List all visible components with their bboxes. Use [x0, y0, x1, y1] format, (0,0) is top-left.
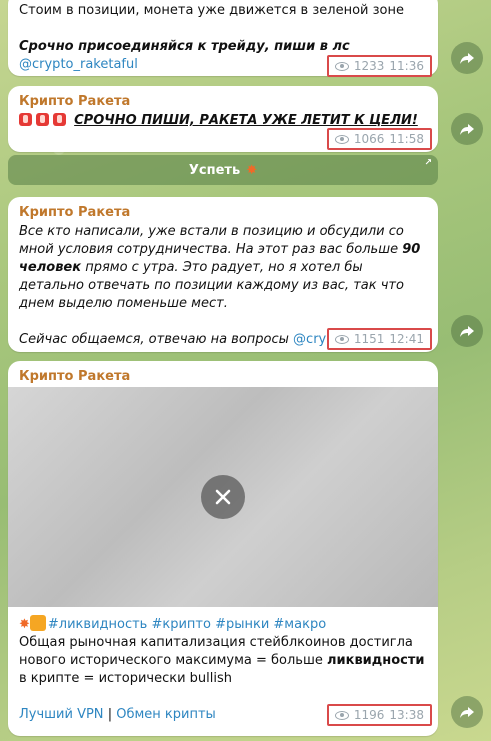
message-bubble-4: Крипто Ракета ✸ #ликвидность #крипто #рын…: [8, 361, 438, 736]
views-count: 1066: [353, 132, 385, 146]
message-text: Стоим в позиции, монета уже движется в з…: [19, 3, 404, 18]
message-bubble-1: Стоим в позиции, монета уже движется в з…: [8, 0, 438, 77]
share-forward-icon: [460, 53, 474, 64]
eye-icon: [334, 334, 349, 344]
message-paragraph: Все кто написали, уже встали в позицию и…: [19, 223, 424, 313]
hashtags-line: ✸ #ликвидность #крипто #рынки #макро: [19, 615, 429, 634]
share-forward-icon: [460, 707, 474, 718]
mention-link[interactable]: @crypto_raketaful: [19, 57, 138, 72]
share-forward-icon: [460, 124, 474, 135]
inline-url-button[interactable]: Успеть ✸ ↗: [8, 155, 438, 185]
message-author: Крипто Ракета: [19, 94, 131, 109]
message-bubble-2: Крипто Ракета СРОЧНО ПИШИ, РАКЕТА УЖЕ ЛЕ…: [8, 86, 438, 152]
siren-emoji-icon: [53, 113, 66, 126]
message-time: 11:36: [389, 59, 424, 73]
eye-icon: [334, 134, 349, 144]
collision-emoji-icon: ✸: [19, 617, 30, 632]
vpn-link[interactable]: Лучший VPN: [19, 707, 104, 722]
close-icon: [215, 489, 231, 505]
views-count: 1196: [353, 708, 385, 722]
message-meta: 1066 11:58: [326, 128, 432, 150]
siren-emoji-icon: [36, 113, 49, 126]
message-text: в крипте = исторически bullish: [19, 671, 232, 686]
message-paragraph: Общая рыночная капитализация стейблкоино…: [19, 634, 429, 688]
collision-emoji-icon: ✸: [246, 162, 258, 178]
media-close-button[interactable]: [201, 475, 245, 519]
external-link-icon: ↗: [424, 158, 432, 168]
message-meta: 1151 12:41: [326, 328, 432, 350]
siren-emoji-icon: [19, 113, 32, 126]
message-bubble-3: Крипто Ракета Все кто написали, уже вста…: [8, 197, 438, 352]
share-button[interactable]: [451, 315, 483, 347]
message-text: СРОЧНО ПИШИ, РАКЕТА УЖЕ ЛЕТИТ К ЦЕЛИ!: [74, 113, 418, 128]
message-meta: 1196 13:38: [326, 704, 432, 726]
share-button[interactable]: [451, 42, 483, 74]
message-text: Все кто написали, уже встали в позицию и…: [19, 224, 404, 257]
message-author: Крипто Ракета: [19, 369, 131, 384]
message-meta: 1233 11:36: [326, 55, 432, 77]
exchange-link[interactable]: Обмен крипты: [116, 707, 216, 722]
hashtag-links[interactable]: #ликвидность #крипто #рынки #макро: [48, 617, 326, 632]
share-forward-icon: [460, 326, 474, 337]
inline-button-label: Успеть: [188, 162, 241, 178]
views-count: 1233: [353, 59, 385, 73]
views-count: 1151: [353, 332, 385, 346]
eye-icon: [334, 61, 349, 71]
message-highlight: ликвидности: [326, 653, 425, 668]
message-time: 11:58: [389, 132, 424, 146]
message-text: Сейчас общаемся, отвечаю на вопросы: [19, 332, 294, 347]
share-button[interactable]: [451, 113, 483, 145]
sparkle-emoji-icon: [29, 615, 46, 631]
message-time: 12:41: [389, 332, 424, 346]
eye-icon: [334, 710, 349, 720]
share-button[interactable]: [451, 696, 483, 728]
message-cta: Срочно присоединяйся к трейду, пиши в лс: [19, 39, 350, 54]
message-time: 13:38: [389, 708, 424, 722]
blurred-media[interactable]: [8, 387, 438, 607]
link-separator: |: [107, 707, 113, 722]
message-author: Крипто Ракета: [19, 205, 131, 220]
